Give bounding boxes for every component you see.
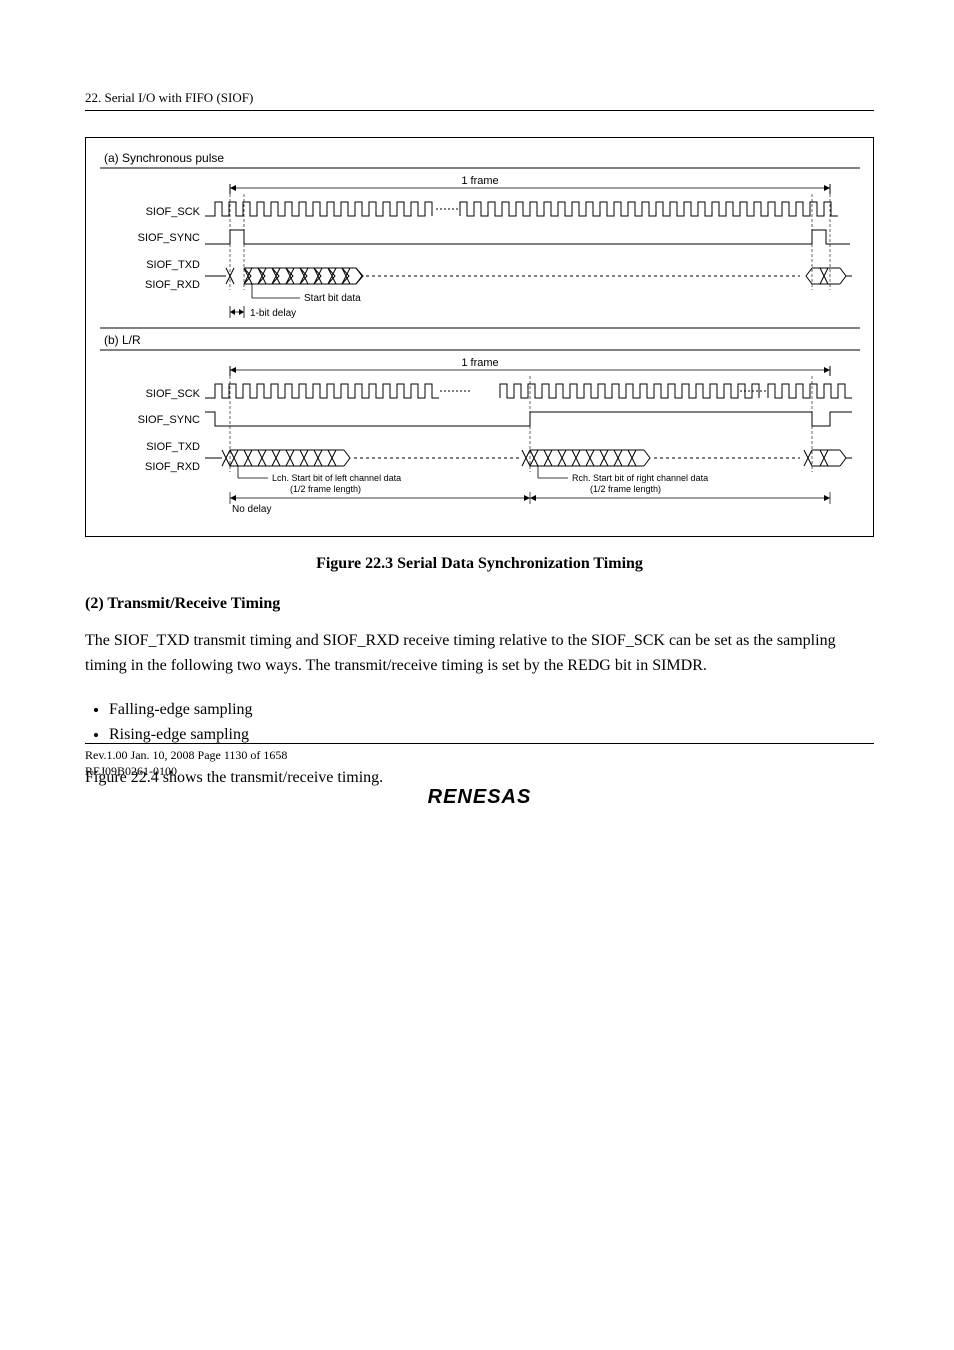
panel-b-frame-label: 1 frame [461,357,498,369]
panel-a-title: (a) Synchronous pulse [104,151,224,165]
header-title: 22. Serial I/O with FIFO (SIOF) [85,90,253,105]
panel-a-sig-sck: SIOF_SCK [146,206,201,218]
panel-b-sig-rxd: SIOF_RXD [145,461,200,473]
page-header: 22. Serial I/O with FIFO (SIOF) [85,90,874,111]
figure-22-3: (a) Synchronous pulse 1 frame SIOF_SCK S… [85,137,874,537]
panel-b-sig-sync: SIOF_SYNC [138,414,200,426]
panel-b-nodelay-label: No delay [232,504,271,515]
body-bullet-list: Falling-edge sampling Rising-edge sampli… [85,697,874,748]
panel-a-frame-label: 1 frame [461,175,498,187]
panel-a-sig-sync: SIOF_SYNC [138,232,200,244]
figure-caption: Figure 22.3 Serial Data Synchronization … [85,555,874,573]
panel-b-rch-label-1: Rch. Start bit of right channel data [572,473,708,483]
panel-b-lch-label-1: Lch. Start bit of left channel data [272,473,401,483]
body-para-1: The SIOF_TXD transmit timing and SIOF_RX… [85,629,874,679]
panel-a-sig-rxd: SIOF_RXD [145,279,200,291]
panel-a-start-label: Start bit data [304,293,361,304]
footer-line-1: Rev.1.00 Jan. 10, 2008 Page 1130 of 1658 [85,748,874,764]
panel-b-lch-label-2: (1/2 frame length) [290,484,361,494]
panel-a-delay-label: 1-bit delay [250,308,296,319]
panel-b-sig-sck: SIOF_SCK [146,388,201,400]
footer-line-2: REJ09B0261-0100 [85,764,874,780]
panel-b-rch-label-2: (1/2 frame length) [590,484,661,494]
timing-diagram-svg: (a) Synchronous pulse 1 frame SIOF_SCK S… [100,148,860,528]
panel-b-title: (b) L/R [104,333,141,347]
bullet-item: Falling-edge sampling [109,697,874,723]
page-footer: Rev.1.00 Jan. 10, 2008 Page 1130 of 1658… [85,743,874,808]
renesas-logo: RENESAS [85,786,874,809]
section-heading: (2) Transmit/Receive Timing [85,595,874,613]
panel-b-sig-txd: SIOF_TXD [146,441,200,453]
panel-a-sig-txd: SIOF_TXD [146,259,200,271]
